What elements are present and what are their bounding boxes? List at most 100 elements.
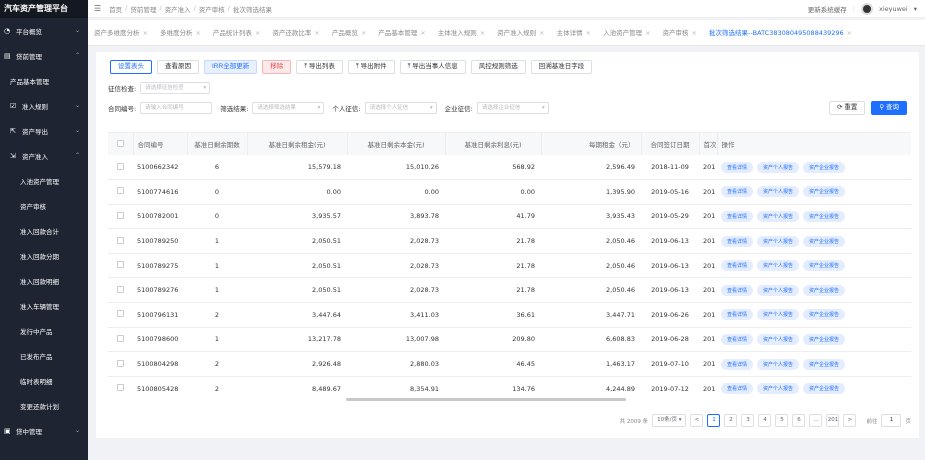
close-icon[interactable]: × [539,29,544,37]
tab[interactable]: 批次筛选结果--BATC383080495088439296 × [703,20,858,45]
row-checkbox[interactable] [108,376,133,400]
row-action-button[interactable]: 资产个人报告 [757,333,800,345]
sidebar-item[interactable]: 准入回款明细 [0,268,88,293]
row-action-button[interactable]: 资产企业报告 [803,161,846,173]
page-size-select[interactable]: 10条/页 ▾ [652,414,687,427]
tab[interactable]: 产品概览 × [326,20,372,45]
sidebar-item[interactable]: 发行中产品 [0,318,88,343]
close-icon[interactable]: × [586,29,591,37]
sidebar-item[interactable]: 准入车辆管理 [0,293,88,318]
row-action-button[interactable]: 资产企业报告 [803,358,846,370]
view-reason-button[interactable]: 查看原因 [157,60,199,74]
tab[interactable]: 多维度分析 × [154,20,207,45]
breadcrumb-item[interactable]: 首页 [109,4,122,14]
page-button[interactable]: 201 [826,414,840,427]
close-icon[interactable]: × [361,29,366,37]
credit-check-select[interactable]: 请选择征信检查 ▾ [140,82,211,94]
personal-credit-select[interactable]: 请选择个人征信 ▾ [364,102,437,114]
sidebar-item[interactable]: 产品基本管理 [0,68,88,93]
select-all-checkbox[interactable] [108,133,134,155]
row-action-button[interactable]: 查看详情 [721,235,754,247]
row-action-button[interactable]: 资产个人报告 [757,260,800,272]
close-icon[interactable]: × [143,29,148,37]
page-button[interactable]: 3 [741,414,755,427]
row-action-button[interactable]: 查看详情 [721,358,754,370]
close-icon[interactable]: × [255,29,260,37]
export-party-info-button[interactable]: ⤒ 导出当事人信息 [399,60,466,74]
tab[interactable]: 入池资产管理 × [597,20,656,45]
row-checkbox[interactable] [108,302,133,328]
sidebar-item[interactable]: ▤ 贷前管理 ⌃ [0,43,88,68]
row-action-button[interactable]: 资产个人报告 [757,186,800,198]
sidebar-item[interactable]: 资产审核 [0,193,88,218]
row-checkbox[interactable] [108,155,133,181]
row-checkbox[interactable] [108,179,133,205]
row-action-button[interactable]: 资产个人报告 [757,358,800,370]
breadcrumb-item[interactable]: 资产审核 [199,4,225,14]
screen-result-select[interactable]: 请选择筛选结果 ▾ [252,102,325,114]
export-attachment-button[interactable]: ⤒ 导出附件 [347,60,395,74]
refresh-cache-link[interactable]: 更新系统缓存 [808,4,847,14]
row-action-button[interactable]: 查看详情 [721,383,754,395]
page-button[interactable]: 6 [792,414,806,427]
tab[interactable]: 资产审核 × [657,20,703,45]
company-credit-select[interactable]: 请选择企业征信 ▾ [476,102,549,114]
row-action-button[interactable]: 资产企业报告 [803,235,846,247]
set-header-button[interactable]: 设置表头 [110,60,152,74]
row-action-button[interactable]: 查看详情 [721,309,754,321]
close-icon[interactable]: × [195,29,200,37]
tab[interactable]: 资产准入规则 × [491,20,550,45]
row-action-button[interactable]: 资产企业报告 [803,210,846,222]
row-action-button[interactable]: 查看详情 [721,210,754,222]
sidebar-item[interactable]: 入池资产管理 [0,168,88,193]
chevron-down-icon[interactable]: ▾ [914,5,917,13]
sidebar-item[interactable]: 已发布产品 [0,343,88,368]
risk-rule-filter-button[interactable]: 风控规则筛选 [470,60,526,74]
row-action-button[interactable]: 资产企业报告 [803,383,846,395]
page-button[interactable]: 5 [775,414,789,427]
prev-page-button[interactable]: < [690,414,704,427]
sidebar-item[interactable]: ☑ 准入规则 ⌄ [0,93,88,118]
row-action-button[interactable]: 查看详情 [721,260,754,272]
backtrack-date-button[interactable]: 回溯基准日字段 [530,60,593,74]
remove-button[interactable]: 移除 [262,60,292,74]
page-button[interactable]: 1 [707,414,721,427]
close-icon[interactable]: × [480,29,485,37]
row-action-button[interactable]: 资产企业报告 [803,284,846,296]
row-action-button[interactable]: 资产企业报告 [803,333,846,345]
sidebar-item[interactable]: ⇲ 资产准入 ⌃ [0,143,88,168]
sidebar-item[interactable]: 变更还款计划 [0,393,88,418]
tab[interactable]: 主体准入规则 × [432,20,491,45]
breadcrumb-item[interactable]: 贷前管理 [130,4,156,14]
next-page-button[interactable]: > [843,414,857,427]
row-action-button[interactable]: 资产企业报告 [803,186,846,198]
row-checkbox[interactable] [108,228,133,254]
horizontal-scrollbar[interactable] [346,398,626,401]
close-icon[interactable]: × [847,29,852,37]
tab[interactable]: 资产多维度分析 × [88,20,154,45]
goto-page-input[interactable]: 1 [881,414,902,427]
page-button[interactable]: 4 [758,414,772,427]
close-icon[interactable]: × [420,29,425,37]
row-action-button[interactable]: 资产个人报告 [757,235,800,247]
tab[interactable]: 产品基本管理 × [372,20,431,45]
row-checkbox[interactable] [108,253,133,279]
menu-toggle-icon[interactable]: ☰ [94,4,101,13]
sidebar-item[interactable]: 临时表明细 [0,368,88,393]
tab[interactable]: 产品统计列表 × [207,20,266,45]
row-action-button[interactable]: 查看详情 [721,186,754,198]
close-icon[interactable]: × [645,29,650,37]
irr-update-all-button[interactable]: IRR全部更新 [204,60,258,74]
row-action-button[interactable]: 资产个人报告 [757,161,800,173]
export-list-button[interactable]: ⤒ 导出列表 [296,60,343,74]
sidebar-item[interactable]: ⇱ 资产导出 ⌄ [0,118,88,143]
reset-button[interactable]: ⟳ 重置 [829,101,866,115]
breadcrumb-item[interactable]: 资产准入 [165,4,191,14]
row-action-button[interactable]: 查看详情 [721,333,754,345]
row-checkbox[interactable] [108,277,133,304]
sidebar-item[interactable]: 准入回款合计 [0,218,88,243]
row-checkbox[interactable] [108,327,133,353]
row-checkbox[interactable] [108,351,133,377]
contract-no-input[interactable]: 请输入合同编号 [140,102,213,114]
avatar[interactable] [860,3,873,15]
